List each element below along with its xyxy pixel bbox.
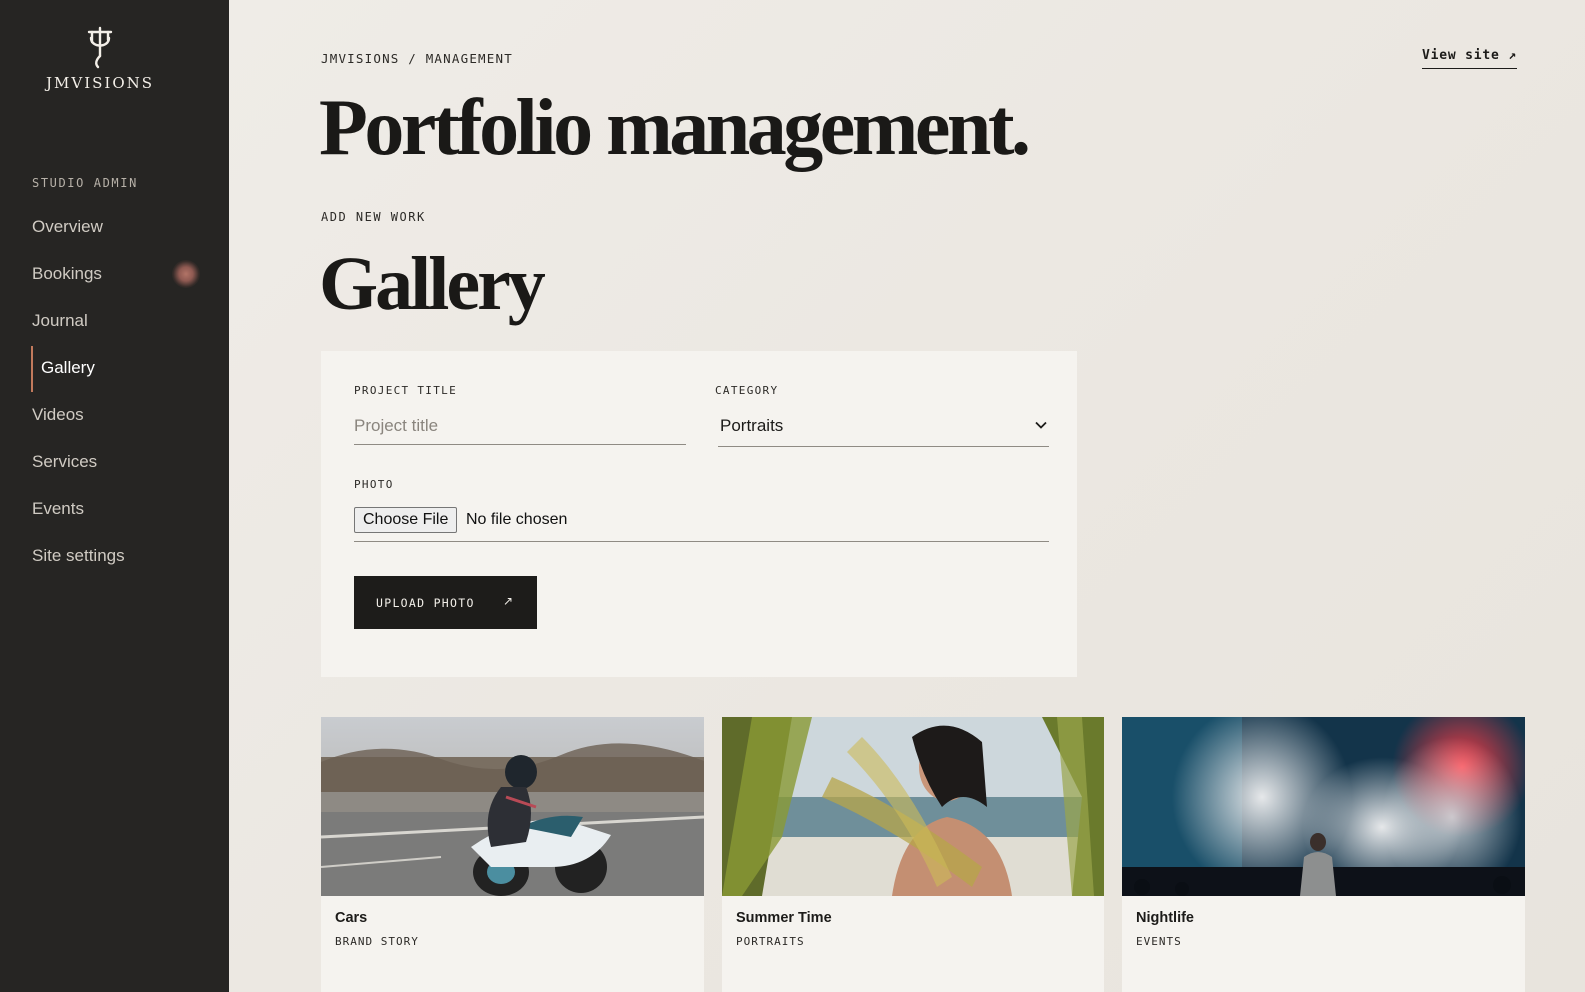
view-site-link[interactable]: View site ↗ [1422,48,1517,69]
gallery-card-title: Cars [335,910,368,926]
sidebar-item-label: Journal [32,311,88,330]
gallery-card-title: Summer Time [736,910,832,926]
gallery-card-category: PORTRAITS [736,935,805,948]
gallery-card-title: Nightlife [1136,910,1194,926]
upload-photo-label: UPLOAD PHOTO [376,596,475,610]
sidebar-item-services[interactable]: Services [32,445,222,492]
sidebar-section-label: STUDIO ADMIN [32,176,138,190]
gallery-photo-motorcycle [321,717,704,896]
project-title-input[interactable] [354,407,686,445]
sidebar-item-label: Videos [32,405,84,424]
gallery-card-category: BRAND STORY [335,935,419,948]
notification-dot [172,260,200,288]
brand-name: JMVISIONS [45,74,155,92]
sidebar-item-events[interactable]: Events [32,492,222,539]
photo-label: PHOTO [354,478,394,491]
sidebar-item-overview[interactable]: Overview [32,210,222,257]
gallery-photo-portrait [722,717,1104,896]
gallery-card-category: EVENTS [1136,935,1182,948]
category-select[interactable]: Portraits [718,407,1049,447]
sidebar-nav: Overview Bookings Journal Gallery Videos… [31,210,222,586]
choose-file-button[interactable]: Choose File [354,507,458,533]
sidebar-item-label: Services [32,452,98,471]
file-status: No file chosen [466,511,568,528]
sidebar-item-site-settings[interactable]: Site settings [32,539,222,586]
section-title: Gallery [319,242,546,326]
section-label: ADD NEW WORK [321,210,426,224]
sidebar-item-label: Overview [32,217,103,236]
category-label: CATEGORY [715,384,779,397]
sidebar-item-bookings[interactable]: Bookings [32,257,222,304]
add-work-form: PROJECT TITLE CATEGORY Portraits PHOTO C… [321,351,1077,677]
breadcrumb: JMVISIONS / MANAGEMENT [321,51,513,66]
main-content: JMVISIONS / MANAGEMENT View site ↗ Portf… [229,0,1585,992]
page-title: Portfolio management. [319,84,1031,172]
upload-photo-button[interactable]: UPLOAD PHOTO ↗ [354,576,537,629]
sidebar-item-videos[interactable]: Videos [32,398,222,445]
arrow-up-right-icon: ↗ [503,594,514,608]
sidebar-item-gallery[interactable]: Gallery [31,346,222,398]
sidebar-item-label: Bookings [32,264,102,283]
jmvisions-monogram-icon [87,26,113,69]
project-title-label: PROJECT TITLE [354,384,457,397]
category-selected-value: Portraits [720,416,784,435]
gallery-card[interactable]: Summer Time PORTRAITS [722,717,1104,992]
chevron-down-icon [1035,421,1047,429]
sidebar-item-label: Events [32,499,84,518]
sidebar-item-label: Gallery [41,358,95,377]
gallery-card[interactable]: Cars BRAND STORY [321,717,704,992]
sidebar-item-journal[interactable]: Journal [32,304,222,351]
brand-logo[interactable]: JMVISIONS [0,26,200,92]
gallery-card[interactable]: Nightlife EVENTS [1122,717,1525,992]
sidebar: JMVISIONS STUDIO ADMIN Overview Bookings… [0,0,229,992]
photo-file-input: Choose File No file chosen [354,502,1049,542]
gallery-photo-nightlife [1122,717,1525,896]
sidebar-item-label: Site settings [32,546,125,565]
